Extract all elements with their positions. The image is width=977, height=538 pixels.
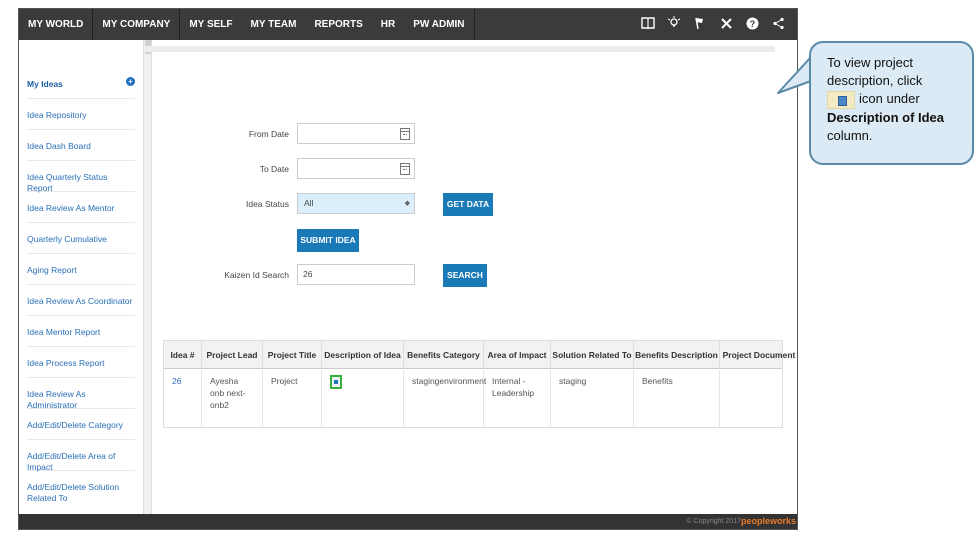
idea-status-value: All (304, 198, 314, 208)
sidebar-item-my-ideas[interactable]: My Ideas (27, 79, 135, 99)
book-icon[interactable] (635, 17, 661, 32)
svg-text:?: ? (749, 19, 755, 29)
callout-line-2: icon under (859, 91, 920, 106)
calendar-icon[interactable] (400, 163, 410, 175)
cell-project-document (720, 370, 782, 428)
from-date-input[interactable] (297, 123, 415, 144)
nav-reports[interactable]: REPORTS (305, 9, 371, 40)
top-nav: MY WORLD MY COMPANY MY SELF MY TEAM REPO… (19, 9, 797, 40)
description-document-icon[interactable] (330, 375, 342, 389)
sidebar-item-idea-dash-board[interactable]: Idea Dash Board (27, 141, 135, 161)
callout-line-3: column. (827, 127, 873, 143)
cell-project-lead: Ayesha onb next-onb2 (202, 370, 263, 428)
sidebar-item-quarterly-cumulative[interactable]: Quarterly Cumulative (27, 234, 135, 254)
document-icon (827, 90, 855, 109)
idea-status-label: Idea Status (245, 199, 289, 209)
to-date-label: To Date (259, 164, 289, 174)
nav-my-company[interactable]: MY COMPANY (93, 9, 179, 40)
expand-plus-icon[interactable]: + (126, 77, 135, 86)
sidebar-item-review-as-mentor[interactable]: Idea Review As Mentor (27, 203, 135, 223)
table-header: Idea # Project Lead Project Title Descri… (164, 341, 795, 369)
ideas-table: Idea # Project Lead Project Title Descri… (163, 340, 795, 428)
flag-icon[interactable] (687, 17, 713, 33)
cell-benefits-category: stagingenvironment (404, 370, 486, 428)
nav-my-team[interactable]: MY TEAM (242, 9, 306, 40)
sidebar-item-edit-area-of-impact[interactable]: Add/Edit/Delete Area of Impact (27, 451, 135, 472)
from-date-label: From Date (248, 129, 289, 139)
nav-separator (473, 9, 475, 40)
cell-solution-related-to: staging (551, 370, 634, 428)
sidebar-item-idea-repository[interactable]: Idea Repository (27, 110, 135, 130)
kaizen-id-input[interactable]: 26 (297, 264, 415, 285)
column-header: Solution Related To (551, 341, 634, 369)
tools-icon[interactable] (713, 17, 739, 33)
sidebar-item-edit-category[interactable]: Add/Edit/Delete Category (27, 420, 135, 440)
nav-my-self[interactable]: MY SELF (180, 9, 241, 40)
search-button[interactable]: SEARCH (443, 264, 487, 287)
kaizen-search-label: Kaizen Id Search (224, 270, 289, 280)
sidebar-item-aging-report[interactable]: Aging Report (27, 265, 135, 285)
copyright-text: © Copyright 2017 (686, 518, 741, 525)
footer: © Copyright 2017 peopleworks (19, 514, 797, 529)
cell-benefits-description: Benefits (634, 370, 720, 428)
column-header: Benefits Category (404, 341, 484, 369)
sidebar-item-process-report[interactable]: Idea Process Report (27, 358, 135, 378)
column-header: Benefits Description (634, 341, 720, 369)
get-data-button[interactable]: GET DATA (443, 193, 493, 216)
to-date-input[interactable] (297, 158, 415, 179)
sidebar-item-mentor-report[interactable]: Idea Mentor Report (27, 327, 135, 347)
callout-bold-text: Description of Idea (827, 109, 945, 125)
callout-line-1: To view project description, click (827, 55, 923, 88)
sidebar-scrollbar[interactable] (143, 40, 152, 514)
column-header: Description of Idea (322, 341, 404, 369)
nav-pw-admin[interactable]: PW ADMIN (404, 9, 473, 40)
lightbulb-icon[interactable] (661, 16, 687, 33)
cell-description (322, 370, 404, 428)
sidebar: My Ideas + Idea Repository Idea Dash Boa… (19, 40, 143, 514)
share-icon[interactable] (765, 17, 791, 33)
column-header: Idea # (164, 341, 202, 369)
sidebar-item-edit-solution-related-to[interactable]: Add/Edit/Delete Solution Related To (27, 482, 135, 508)
sidebar-item-quarterly-status-report[interactable]: Idea Quarterly Status Report (27, 172, 135, 193)
content-header-strip (145, 46, 775, 52)
callout-text: To view project description, click icon … (827, 54, 970, 145)
sidebar-item-review-as-administrator[interactable]: Idea Review As Administrator (27, 389, 135, 410)
brand-logo: peopleworks (740, 516, 796, 526)
sidebar-item-review-as-coordinator[interactable]: Idea Review As Coordinator (27, 296, 135, 316)
help-icon[interactable]: ? (739, 17, 765, 33)
idea-status-select[interactable]: All ◆ (297, 193, 415, 214)
nav-hr[interactable]: HR (372, 9, 404, 40)
column-header: Project Title (263, 341, 322, 369)
help-callout: To view project description, click icon … (809, 41, 974, 165)
column-header: Project Lead (202, 341, 263, 369)
nav-icon-group: ? (635, 9, 791, 40)
cell-project-title: Project (263, 370, 322, 428)
column-header: Area of Impact (484, 341, 551, 369)
select-arrows-icon: ◆ (404, 200, 410, 207)
column-header: Project Document (722, 350, 796, 360)
cell-idea-number[interactable]: 26 (164, 370, 202, 428)
nav-my-world[interactable]: MY WORLD (19, 9, 92, 40)
cell-area-of-impact: Internal - Leadership (484, 370, 551, 428)
submit-idea-button[interactable]: SUBMIT IDEA (297, 229, 359, 252)
calendar-icon[interactable] (400, 128, 410, 140)
